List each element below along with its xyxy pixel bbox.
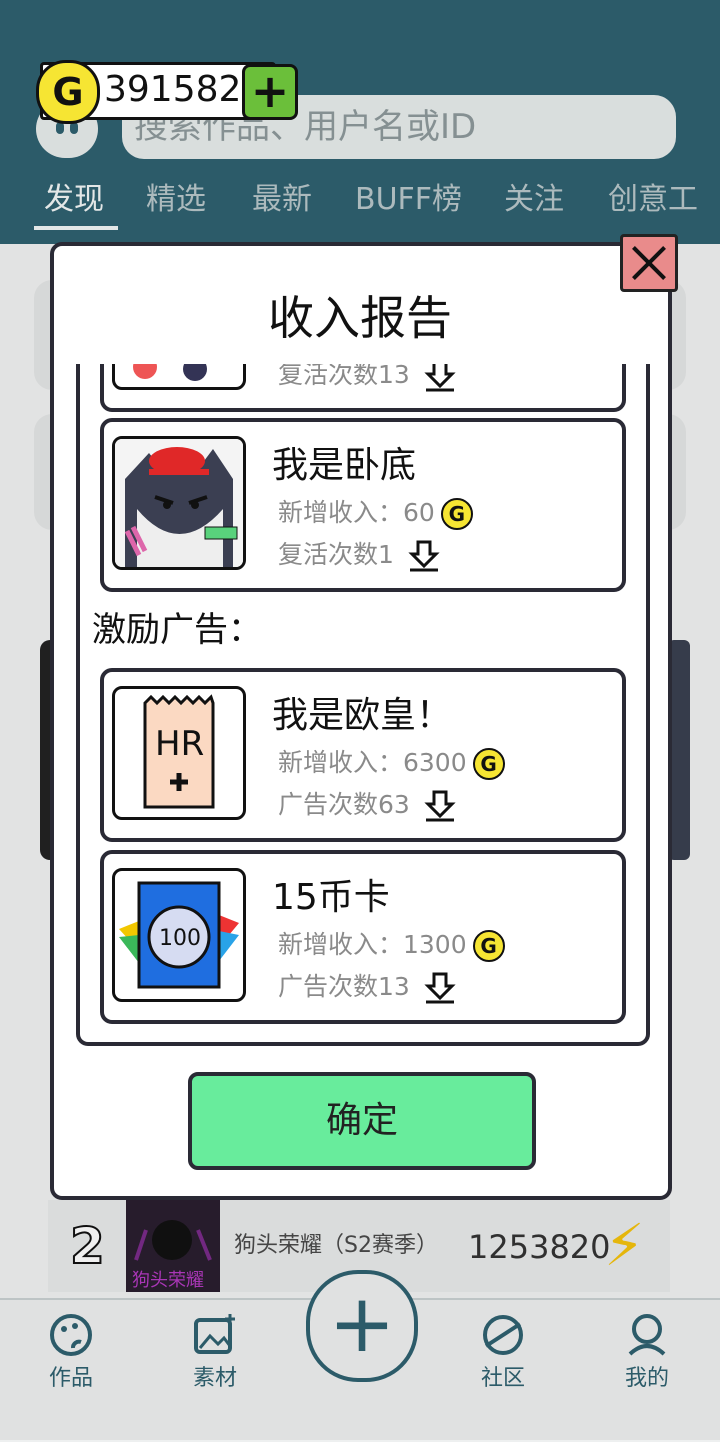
coin-icon: G [472,748,505,780]
lucky-card-thumbnail-art: HR [143,694,215,809]
item-thumbnail [112,364,246,390]
item-name: 我是欧皇！ [272,695,453,736]
item-count: 复活次数13 [278,364,456,392]
coin-icon: G [440,498,473,530]
coin-icon: G [472,930,505,962]
item-income: 新增收入：60 G [278,496,473,530]
card-text: HR [155,724,204,764]
item-thumbnail [112,436,246,570]
card-text: 100 [159,926,201,951]
item-name: 我是卧底 [272,445,417,486]
item-thumbnail: HR [112,686,246,820]
list-item: 100 15币卡 新增收入：1300 G 广告次数13 [100,850,626,1024]
item-name: 15币卡 [272,877,390,918]
coin-balance: 391582 [104,69,242,110]
list-item: 我是卧底 新增收入：60 G 复活次数1 [100,418,626,592]
item-thumbnail: 100 [112,868,246,1002]
coin-icon: G [36,60,100,124]
confirm-button[interactable]: 确定 [188,1072,536,1170]
income-list[interactable]: 复活次数13 我是卧底 新增收入：60 G 复活次数1 HR 我是欧皇！ 新增收… [76,364,650,1046]
download-icon [424,364,456,392]
item-count: 广告次数13 [278,970,456,1004]
add-coins-button[interactable]: + [242,64,298,120]
section-heading-rewarded-ads: 激励广告： [92,610,262,650]
close-button[interactable] [620,234,678,292]
item-count: 复活次数1 [278,538,440,572]
item-income: 新增收入：1300 G [278,928,505,962]
undercover-thumbnail-art [115,439,243,567]
item-income: 新增收入：6300 G [278,746,505,780]
list-item: 复活次数13 [100,364,626,412]
list-item: HR 我是欧皇！ 新增收入：6300 G 广告次数63 [100,668,626,842]
item-count: 广告次数63 [278,788,456,822]
dialog-title: 收入报告 [268,291,452,345]
download-icon [424,972,456,1004]
coin-card-thumbnail-art: 100 [119,881,239,989]
download-icon [408,540,440,572]
download-icon [424,790,456,822]
